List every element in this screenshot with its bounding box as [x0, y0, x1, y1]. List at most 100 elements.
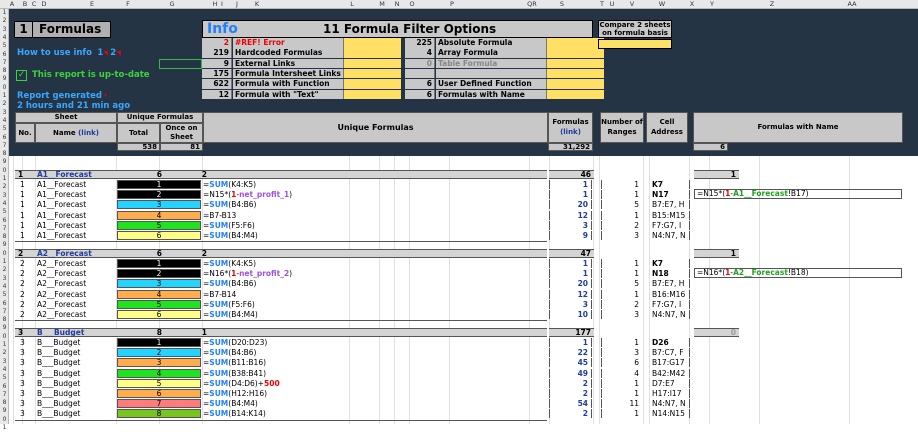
- filter-count[interactable]: 12: [202, 89, 232, 99]
- row-cell-address[interactable]: N4:N7, N: [650, 399, 690, 409]
- row-formula-index[interactable]: 5: [117, 220, 201, 230]
- row-formula-index[interactable]: 2: [117, 269, 201, 279]
- row-formula-index[interactable]: 6: [117, 310, 201, 319]
- row-cell-address[interactable]: N18: [650, 269, 690, 279]
- row-header[interactable]: 3: [0, 358, 9, 366]
- column-header[interactable]: J: [227, 0, 247, 9]
- row-formula[interactable]: =SUM(B4:B6): [203, 348, 533, 357]
- row-sheet-number[interactable]: 1: [20, 180, 30, 189]
- row-header[interactable]: 0: [0, 84, 9, 92]
- row-formula-index[interactable]: 3: [117, 279, 201, 289]
- row-cell-address[interactable]: B7:E7, H: [650, 200, 690, 210]
- filter-input[interactable]: [546, 58, 604, 69]
- filter-count[interactable]: 4: [405, 48, 435, 58]
- section-sheet-link[interactable]: B___Budget: [37, 329, 84, 337]
- row-header[interactable]: 9: [0, 407, 9, 415]
- row-formula-index[interactable]: 2: [117, 348, 201, 358]
- row-formula[interactable]: =B7-B13: [203, 211, 533, 220]
- row-sheet-number[interactable]: 1: [20, 211, 30, 220]
- row-formula[interactable]: =N15*(1-net_profit_1): [203, 190, 533, 199]
- row-cell-address[interactable]: F7:G7, I: [650, 220, 690, 230]
- filter-label[interactable]: User Defined Function: [436, 79, 546, 89]
- section-bottom-border[interactable]: [15, 320, 547, 322]
- row-range-count[interactable]: 2: [601, 299, 641, 309]
- section-number[interactable]: 2: [18, 250, 28, 258]
- row-sheet-name[interactable]: A2__Forecast: [37, 310, 115, 319]
- gridline[interactable]: [13, 156, 14, 424]
- row-sheet-name[interactable]: A1__Forecast: [37, 190, 115, 199]
- row-formula-count[interactable]: 3: [549, 299, 592, 309]
- row-formula-index[interactable]: 5: [117, 299, 201, 309]
- row-formula[interactable]: =SUM(K4:K5): [203, 259, 533, 268]
- column-header[interactable]: U: [602, 0, 622, 9]
- row-sheet-number[interactable]: 2: [20, 269, 30, 278]
- row-formula-count[interactable]: 12: [549, 289, 592, 299]
- compare-sheets-button[interactable]: Compare 2 sheets on formula basis: [598, 20, 672, 38]
- row-formula[interactable]: =SUM(D20:D23): [203, 338, 533, 347]
- filter-label[interactable]: Formula Intersheet Links: [233, 68, 343, 79]
- row-sheet-name[interactable]: A2__Forecast: [37, 300, 115, 309]
- section-formulas[interactable]: 177: [549, 328, 594, 337]
- row-formula[interactable]: =SUM(B14:K14): [203, 409, 533, 418]
- row-cell-address[interactable]: B15:M15: [650, 210, 690, 220]
- row-header[interactable]: 0: [0, 167, 9, 175]
- row-range-count[interactable]: 4: [601, 368, 641, 378]
- row-formula-index[interactable]: 2: [117, 190, 201, 200]
- gridline[interactable]: [643, 156, 644, 424]
- section-bottom-border[interactable]: [15, 419, 547, 421]
- row-sheet-name[interactable]: A2__Forecast: [37, 269, 115, 278]
- row-header[interactable]: 4: [0, 283, 9, 291]
- row-range-count[interactable]: 6: [601, 358, 641, 368]
- row-header[interactable]: 7: [0, 308, 9, 316]
- row-formula-count[interactable]: 20: [549, 279, 592, 289]
- row-formula-index[interactable]: 5: [117, 378, 201, 388]
- row-header[interactable]: 9: [0, 75, 9, 83]
- row-sheet-name[interactable]: A1__Forecast: [37, 211, 115, 220]
- row-header[interactable]: 3: [0, 109, 9, 117]
- row-header[interactable]: 3: [0, 192, 9, 200]
- row-header[interactable]: 1: [0, 92, 9, 100]
- row-formula-index[interactable]: 8: [117, 409, 201, 419]
- row-sheet-number[interactable]: 2: [20, 310, 30, 319]
- row-sheet-number[interactable]: 3: [20, 379, 30, 388]
- filter-input[interactable]: [546, 68, 604, 79]
- filter-row[interactable]: 2 #REF! Error: [202, 38, 403, 48]
- row-formula-index[interactable]: 3: [117, 200, 201, 210]
- row-formula[interactable]: =N16*(1-net_profit_2): [203, 269, 533, 278]
- row-formula-count[interactable]: 22: [549, 348, 592, 358]
- filter-input[interactable]: [343, 79, 401, 89]
- row-formula[interactable]: =SUM(F5:F6): [203, 300, 533, 309]
- row-formula-count[interactable]: 49: [549, 368, 592, 378]
- section-sheet-link[interactable]: A2__Forecast: [37, 250, 92, 258]
- gridline[interactable]: [35, 156, 36, 424]
- section-formulas[interactable]: 46: [549, 170, 594, 179]
- row-range-count[interactable]: 11: [601, 399, 641, 409]
- row-header[interactable]: 6: [0, 51, 9, 59]
- column-header[interactable]: O: [402, 0, 422, 9]
- section-header[interactable]: 1 A1__Forecast 6 2: [15, 170, 547, 179]
- filter-count[interactable]: 622: [202, 79, 232, 89]
- row-header[interactable]: 3: [0, 26, 9, 34]
- row-sheet-name[interactable]: B___Budget: [37, 369, 115, 378]
- filter-row[interactable]: 12 Formula with "Text": [202, 89, 403, 99]
- section-total[interactable]: 6: [150, 171, 162, 179]
- row-sheet-name[interactable]: B___Budget: [37, 399, 115, 408]
- row-cell-address[interactable]: B7:E7, H: [650, 279, 690, 289]
- row-formula-index[interactable]: 1: [117, 180, 201, 189]
- column-header[interactable]: X: [682, 0, 702, 9]
- filter-label[interactable]: Table Formula: [436, 58, 546, 69]
- row-formula-count[interactable]: 45: [549, 358, 592, 368]
- filter-label[interactable]: Formula with "Text": [233, 89, 343, 99]
- filter-label[interactable]: #REF! Error: [233, 38, 343, 48]
- row-range-count[interactable]: 1: [601, 269, 641, 279]
- row-sheet-name[interactable]: A2__Forecast: [37, 290, 115, 299]
- row-formula[interactable]: =SUM(B4:B6): [203, 200, 533, 209]
- row-sheet-number[interactable]: 1: [20, 190, 30, 199]
- info-icon[interactable]: Info: [203, 21, 249, 37]
- filter-label[interactable]: External Links: [233, 58, 343, 69]
- row-cell-address[interactable]: F7:G7, I: [650, 299, 690, 309]
- row-header[interactable]: 1: [0, 9, 9, 17]
- filter-label[interactable]: Absolute Formula: [436, 38, 546, 48]
- filter-count[interactable]: 6: [405, 89, 435, 99]
- section-number[interactable]: 1: [18, 171, 28, 179]
